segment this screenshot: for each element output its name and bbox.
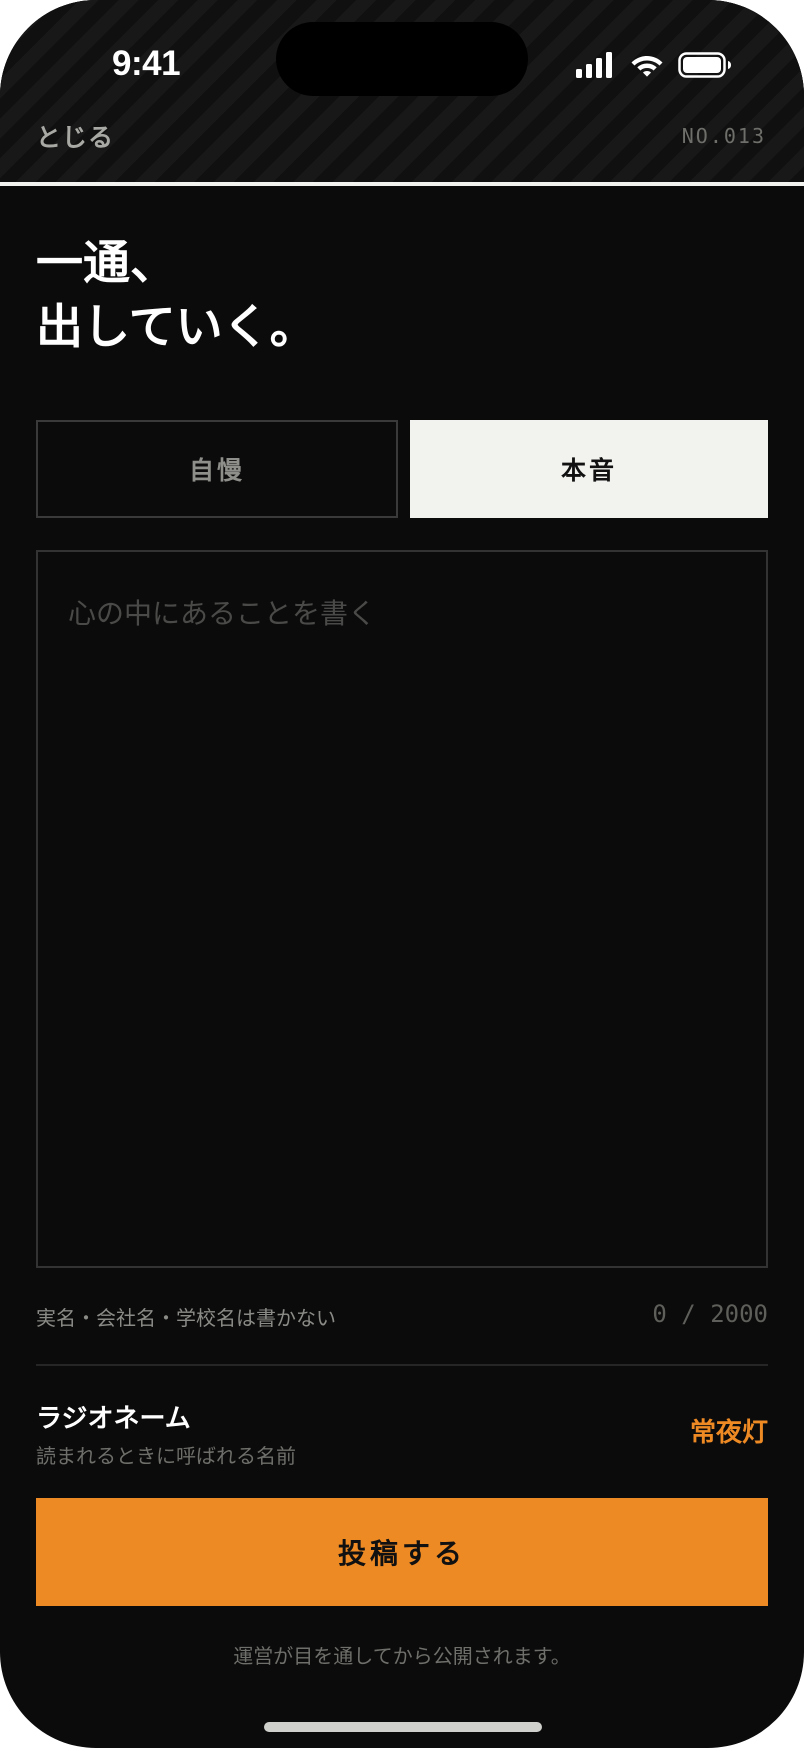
section-divider [36,1364,768,1366]
header-bar: 9:41 とじる NO.013 [0,0,804,182]
tab-jiman[interactable]: 自慢 [36,420,398,518]
phone-screen: 9:41 とじる NO.013 一通、 出していく。 自慢 本音 心の中にあるこ… [0,0,804,1748]
submit-button[interactable]: 投稿する [36,1498,768,1606]
cellular-signal-icon [576,52,612,78]
moderation-note: 運営が目を通してから公開されます。 [233,1644,571,1668]
radio-name-value[interactable]: 常夜灯 [690,1412,768,1449]
message-input[interactable] [68,592,738,1232]
tab-honne[interactable]: 本音 [410,420,768,518]
privacy-hint: 実名・会社名・学校名は書かない [36,1306,336,1330]
category-tabs: 自慢 本音 [36,420,768,518]
radio-name-description: 読まれるときに呼ばれる名前 [36,1444,296,1468]
page-title: 一通、 出していく。 [36,240,756,368]
dynamic-island [276,22,528,96]
radio-name-label: ラジオネーム [36,1404,191,1434]
close-button[interactable]: とじる [36,118,114,154]
home-indicator[interactable] [264,1722,542,1732]
post-number: NO.013 [681,124,766,148]
battery-icon [678,52,731,78]
message-box [36,550,768,1268]
status-icons [576,52,736,82]
status-time: 9:41 [112,44,181,83]
page-title-line-1: 一通、 [36,236,177,291]
wifi-icon [631,56,663,77]
page-title-line-2: 出していく。 [36,300,317,355]
character-counter: 0 / 2000 [652,1300,768,1328]
header-divider [0,182,804,186]
